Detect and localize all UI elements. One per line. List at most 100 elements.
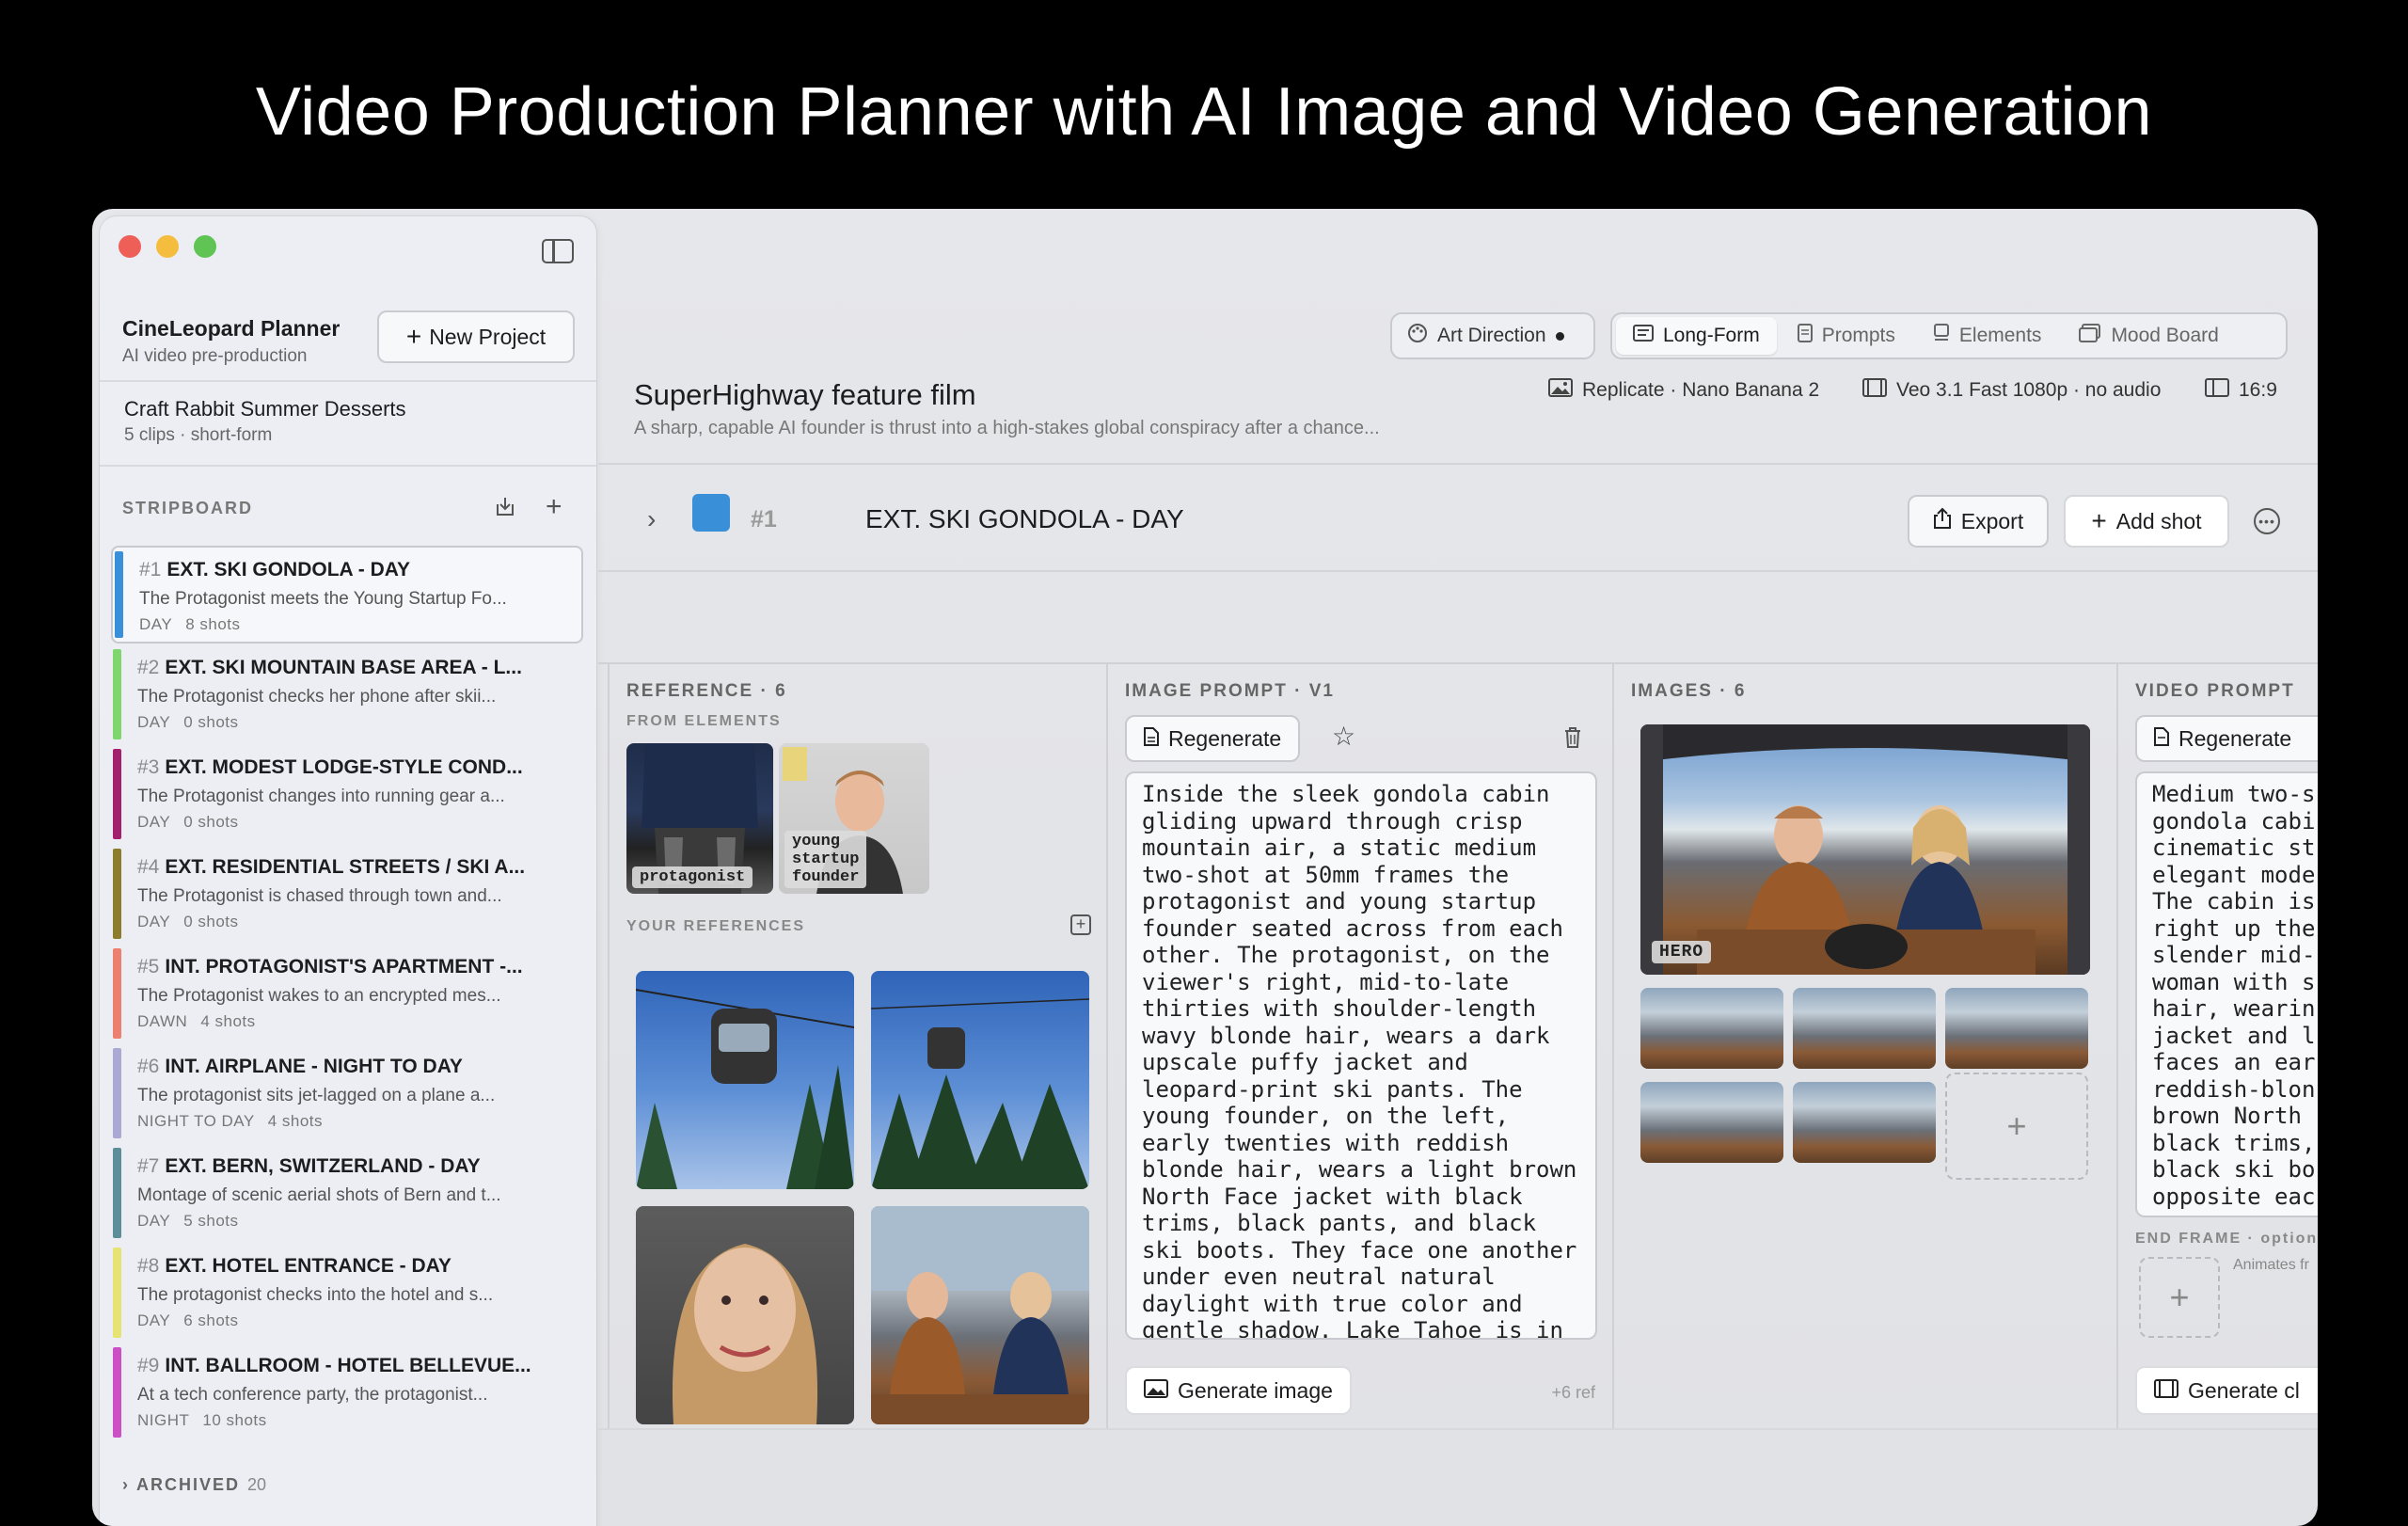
regenerate-video-prompt-button[interactable]: Regenerate xyxy=(2135,715,2318,762)
scene-number: #3 xyxy=(137,756,160,778)
image-thumb[interactable] xyxy=(1793,1082,1936,1163)
reference-image[interactable] xyxy=(636,971,854,1189)
scene-description: The Protagonist meets the Young Startup … xyxy=(139,589,507,609)
tab-prompts[interactable]: Prompts xyxy=(1781,317,1912,355)
page-headline: Video Production Planner with AI Image a… xyxy=(255,74,2153,150)
zoom-window-button[interactable] xyxy=(194,235,216,258)
image-thumb[interactable] xyxy=(1793,988,1936,1069)
archived-toggle[interactable]: › ARCHIVED 20 xyxy=(122,1475,266,1495)
element-label: young startup founder xyxy=(784,831,867,888)
stripboard-scene[interactable]: #6 INT. AIRPLANE - NIGHT TO DAY The protag… xyxy=(111,1044,583,1142)
art-direction-button[interactable]: Art Direction xyxy=(1390,312,1595,359)
element-thumb[interactable]: protagonist xyxy=(626,743,773,894)
trash-icon[interactable] xyxy=(1563,726,1582,754)
scene-description: The Protagonist checks her phone after s… xyxy=(137,687,497,707)
stripboard-scene[interactable]: #1 EXT. SKI GONDOLA - DAY The Protagonist … xyxy=(111,546,583,644)
video-prompt-header: VIDEO PROMPT xyxy=(2135,681,2295,701)
tab-mood-board[interactable]: Mood Board xyxy=(2062,317,2235,355)
scene-heading: EXT. SKI GONDOLA - DAY xyxy=(166,559,411,580)
image-thumb[interactable] xyxy=(1640,1082,1783,1163)
image-thumb[interactable] xyxy=(1640,988,1783,1069)
add-shot-label: Add shot xyxy=(2115,508,2202,533)
animates-hint: Animates fr xyxy=(2233,1257,2309,1273)
star-icon[interactable]: ☆ xyxy=(1332,721,1355,752)
video-model[interactable]: Veo 3.1 Fast 1080p · no audio xyxy=(1862,378,2161,403)
scene-title: #4 EXT. RESIDENTIAL STREETS / SKI A... xyxy=(137,856,525,879)
add-shot-button[interactable]: + Add shot xyxy=(2064,495,2229,548)
scene-time: DAY xyxy=(137,1311,171,1329)
app-subtitle: AI video pre-production xyxy=(122,346,308,366)
tab-long-form[interactable]: Long-Form xyxy=(1616,317,1777,355)
tab-elements[interactable]: Elements xyxy=(1916,317,2059,355)
images-column: IMAGES · 6 HERO + xyxy=(1614,664,2118,1428)
elements-icon xyxy=(1933,324,1950,348)
archived-label: ARCHIVED xyxy=(136,1475,241,1494)
chevron-right-icon[interactable]: › xyxy=(647,504,656,534)
share-icon xyxy=(1933,507,1952,535)
divider xyxy=(100,465,596,467)
stripboard-scene[interactable]: #5 INT. PROTAGONIST'S APARTMENT -... The P… xyxy=(111,945,583,1042)
add-reference-icon[interactable]: + xyxy=(1070,914,1091,935)
stripboard-scene[interactable]: #8 EXT. HOTEL ENTRANCE - DAY The protagoni… xyxy=(111,1244,583,1342)
scene-number: #2 xyxy=(137,657,160,678)
hero-badge: HERO xyxy=(1652,941,1712,963)
shot-number: #1 xyxy=(751,506,777,533)
archived-count: 20 xyxy=(247,1475,267,1494)
sidebar-toggle-icon[interactable] xyxy=(542,239,574,263)
add-image-button[interactable]: + xyxy=(1945,1073,2088,1180)
divider xyxy=(100,380,596,382)
scene-heading: EXT. HOTEL ENTRANCE - DAY xyxy=(165,1255,452,1277)
scene-meta: NIGHT 10 shots xyxy=(137,1411,267,1430)
scene-color-bar xyxy=(113,948,121,1039)
add-scene-icon[interactable]: + xyxy=(546,491,562,523)
import-icon[interactable] xyxy=(495,495,515,524)
image-thumb[interactable] xyxy=(1945,988,2088,1069)
image-prompt-header: IMAGE PROMPT · V1 xyxy=(1125,681,1335,701)
video-prompt-textarea[interactable]: Medium two-s gondola cabi cinematic st e… xyxy=(2135,771,2318,1217)
more-options-icon[interactable]: ••• xyxy=(2254,508,2280,534)
shot-title: EXT. SKI GONDOLA - DAY xyxy=(865,504,1184,533)
export-button[interactable]: Export xyxy=(1908,495,2049,548)
stripboard-scene[interactable]: #4 EXT. RESIDENTIAL STREETS / SKI A... The… xyxy=(111,845,583,943)
scene-shot-count: 6 shots xyxy=(183,1311,239,1329)
hero-image[interactable]: HERO xyxy=(1640,724,2090,975)
stripboard-scene[interactable]: #9 INT. BALLROOM - HOTEL BELLEVUE... At a … xyxy=(111,1343,583,1441)
app-title: CineLeopard Planner xyxy=(122,316,341,341)
film-icon xyxy=(2154,1378,2178,1404)
scene-meta: DAWN 4 shots xyxy=(137,1012,256,1031)
scene-color-bar xyxy=(113,649,121,739)
plus-icon: + xyxy=(2091,506,2107,535)
generate-clip-button[interactable]: Generate cl xyxy=(2135,1366,2318,1415)
regenerate-prompt-button[interactable]: Regenerate xyxy=(1125,715,1301,762)
scene-meta: DAY 6 shots xyxy=(137,1311,239,1330)
reference-image[interactable] xyxy=(636,1206,854,1424)
scene-time: DAY xyxy=(137,1212,171,1230)
element-thumb[interactable]: young startup founder xyxy=(779,743,929,894)
close-window-button[interactable] xyxy=(119,235,141,258)
project-name[interactable]: Craft Rabbit Summer Desserts xyxy=(124,397,406,421)
reference-count: +6 ref xyxy=(1551,1383,1595,1402)
new-project-button[interactable]: + New Project xyxy=(377,310,575,363)
scene-time: NIGHT xyxy=(137,1411,190,1429)
scene-time: DAY xyxy=(137,713,171,731)
stripboard-scene[interactable]: #7 EXT. BERN, SWITZERLAND - DAY Montage of… xyxy=(111,1144,583,1242)
add-end-frame-button[interactable]: + xyxy=(2139,1257,2220,1338)
film-icon xyxy=(1862,378,1887,403)
film-title: SuperHighway feature film xyxy=(634,378,976,411)
reference-image[interactable] xyxy=(871,1206,1089,1424)
reference-image[interactable] xyxy=(871,971,1089,1189)
image-prompt-textarea[interactable]: Inside the sleek gondola cabin gliding u… xyxy=(1125,771,1597,1340)
video-model-label: Veo 3.1 Fast 1080p · no audio xyxy=(1896,379,2162,401)
scene-color-swatch[interactable] xyxy=(692,494,730,532)
scene-color-bar xyxy=(113,849,121,939)
stripboard-scene[interactable]: #2 EXT. SKI MOUNTAIN BASE AREA - L... The … xyxy=(111,645,583,743)
scene-description: The protagonist sits jet-lagged on a pla… xyxy=(137,1086,496,1105)
scene-number: #8 xyxy=(137,1255,160,1277)
image-model[interactable]: Replicate · Nano Banana 2 xyxy=(1548,378,1819,403)
stripboard-scene[interactable]: #3 EXT. MODEST LODGE-STYLE COND... The Pro… xyxy=(111,745,583,843)
image-icon xyxy=(1548,378,1573,403)
generate-image-button[interactable]: Generate image xyxy=(1125,1366,1352,1415)
reference-column: REFERENCE · 6 FROM ELEMENTS protagonist … xyxy=(610,664,1108,1428)
aspect-ratio[interactable]: 16:9 xyxy=(2205,378,2277,403)
minimize-window-button[interactable] xyxy=(156,235,179,258)
